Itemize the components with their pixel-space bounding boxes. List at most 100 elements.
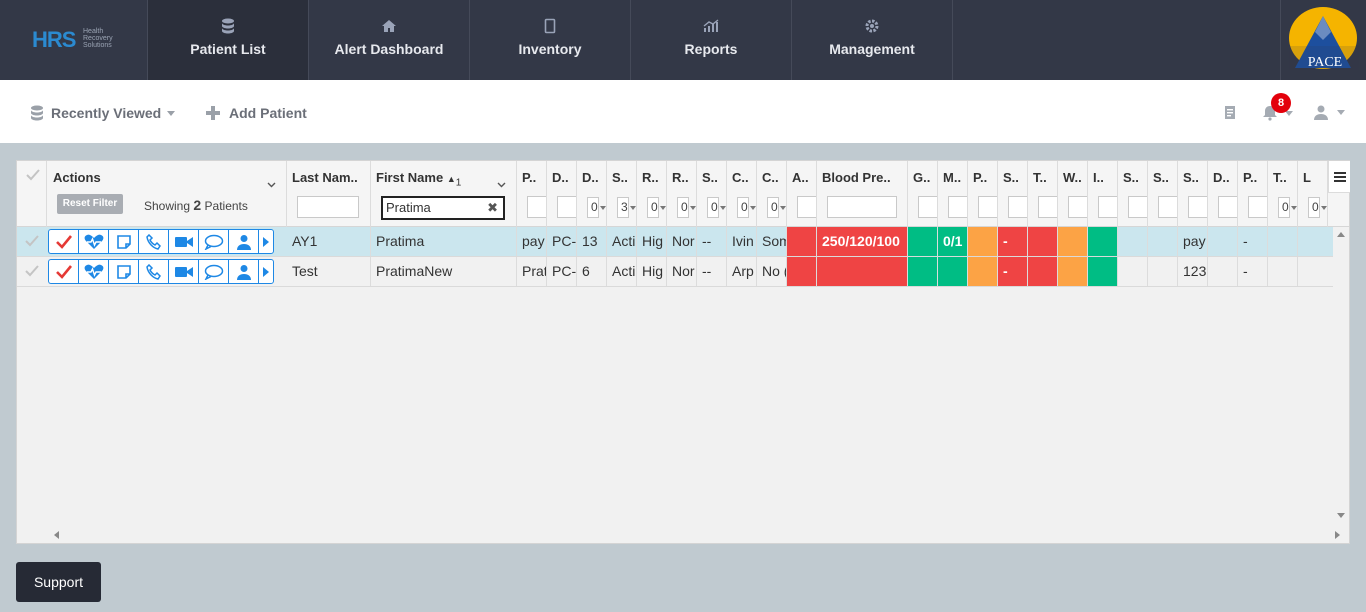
check-action-button[interactable] <box>48 259 78 284</box>
column-filter[interactable] <box>797 196 816 218</box>
table-row[interactable]: AY1 Pratima pay PC- 13 Acti Hig Nor -- I… <box>17 227 1333 257</box>
column-d3[interactable]: D.. <box>1208 161 1238 227</box>
document-icon[interactable] <box>1224 105 1236 125</box>
column-l[interactable]: L0 <box>1298 161 1328 227</box>
column-select-filter[interactable]: 0 <box>587 197 606 218</box>
row-checkbox[interactable] <box>25 235 39 247</box>
column-w[interactable]: W.. <box>1058 161 1088 227</box>
column-s[interactable]: S.. 3 <box>607 161 637 227</box>
call-action-button[interactable] <box>138 259 168 284</box>
column-first-name[interactable]: First Name ▲1 Pratima ✖ <box>371 161 517 227</box>
horizontal-scrollbar[interactable] <box>47 527 1347 543</box>
column-last-name[interactable]: Last Nam.. <box>287 161 371 227</box>
table-row[interactable]: Test PratimaNew Prat PC- 6 Acti Hig Nor … <box>17 257 1333 287</box>
chevron-down-icon[interactable] <box>497 175 506 193</box>
column-blood-pressure[interactable]: Blood Pre.. <box>817 161 908 227</box>
column-a[interactable]: A.. <box>787 161 817 227</box>
column-d2[interactable]: D.. 0 <box>577 161 607 227</box>
video-action-button[interactable] <box>168 259 198 284</box>
vitals-action-button[interactable] <box>78 259 108 284</box>
call-action-button[interactable] <box>138 229 168 254</box>
column-r2[interactable]: R.. 0 <box>667 161 697 227</box>
column-m[interactable]: M.. <box>938 161 968 227</box>
column-r[interactable]: R.. 0 <box>637 161 667 227</box>
column-filter[interactable] <box>1098 196 1117 218</box>
nav-management[interactable]: Management <box>792 0 953 80</box>
message-action-button[interactable] <box>198 229 228 254</box>
clear-icon[interactable]: ✖ <box>487 198 498 218</box>
column-t2[interactable]: T.. 0 <box>1268 161 1298 227</box>
last-name-filter[interactable] <box>297 196 359 218</box>
video-action-button[interactable] <box>168 229 198 254</box>
column-s2[interactable]: S.. 0 <box>697 161 727 227</box>
column-filter[interactable] <box>1128 196 1147 218</box>
column-select-filter[interactable]: 0 <box>1278 197 1297 218</box>
nav-reports[interactable]: Reports <box>631 0 792 80</box>
chevron-down-icon[interactable] <box>267 175 276 193</box>
expand-action-button[interactable] <box>258 229 274 254</box>
column-filter[interactable] <box>918 196 937 218</box>
hrs-logo[interactable]: HRS Health Recovery Solutions <box>0 0 148 80</box>
column-select-filter[interactable]: 0 <box>647 197 666 218</box>
column-filter[interactable] <box>827 196 897 218</box>
column-p[interactable]: P.. <box>517 161 547 227</box>
column-filter[interactable] <box>527 196 546 218</box>
table-cell <box>1268 227 1298 256</box>
column-filter[interactable] <box>1218 196 1237 218</box>
add-patient-button[interactable]: Add Patient <box>206 105 307 121</box>
profile-action-button[interactable] <box>228 259 258 284</box>
column-i[interactable]: I.. <box>1088 161 1118 227</box>
select-all-checkbox[interactable] <box>17 161 47 227</box>
column-select-filter[interactable]: 0 <box>1308 197 1327 218</box>
column-filter[interactable] <box>1188 196 1207 218</box>
column-g[interactable]: G.. <box>908 161 938 227</box>
column-c[interactable]: C.. 0 <box>727 161 757 227</box>
column-filter[interactable] <box>1038 196 1057 218</box>
column-filter[interactable] <box>978 196 997 218</box>
column-d[interactable]: D.. <box>547 161 577 227</box>
support-button[interactable]: Support <box>16 562 101 602</box>
column-filter[interactable] <box>1008 196 1027 218</box>
scroll-down-icon[interactable] <box>1337 513 1345 519</box>
column-filter[interactable] <box>557 196 576 218</box>
scroll-up-icon[interactable] <box>1337 231 1345 237</box>
profile-action-button[interactable] <box>228 229 258 254</box>
nav-patient-list[interactable]: Patient List <box>148 0 309 80</box>
column-s6[interactable]: S.. <box>1178 161 1208 227</box>
recently-viewed-dropdown[interactable]: Recently Viewed <box>30 105 176 121</box>
table-cell: Som <box>757 227 787 256</box>
column-p2[interactable]: P.. <box>968 161 998 227</box>
column-select-filter[interactable]: 3 <box>617 197 636 218</box>
column-s3[interactable]: S.. <box>998 161 1028 227</box>
vertical-scrollbar[interactable] <box>1333 227 1349 527</box>
logo-subtitle: Health Recovery Solutions <box>83 28 113 49</box>
nav-alert-dashboard[interactable]: Alert Dashboard <box>309 0 470 80</box>
first-name-filter-input[interactable]: Pratima ✖ <box>381 196 505 220</box>
scroll-right-icon[interactable] <box>1335 531 1341 539</box>
message-action-button[interactable] <box>198 259 228 284</box>
column-select-filter[interactable]: 0 <box>767 197 786 218</box>
scroll-left-icon[interactable] <box>53 531 59 539</box>
column-filter[interactable] <box>1068 196 1087 218</box>
check-action-button[interactable] <box>48 229 78 254</box>
column-p3[interactable]: P.. <box>1238 161 1268 227</box>
column-c2[interactable]: C.. 0 <box>757 161 787 227</box>
column-select-filter[interactable]: 0 <box>677 197 696 218</box>
column-s4[interactable]: S.. <box>1118 161 1148 227</box>
column-s5[interactable]: S.. <box>1148 161 1178 227</box>
expand-action-button[interactable] <box>258 259 274 284</box>
reset-filter-button[interactable]: Reset Filter <box>57 194 123 214</box>
vitals-action-button[interactable] <box>78 229 108 254</box>
note-action-button[interactable] <box>108 259 138 284</box>
column-t[interactable]: T.. <box>1028 161 1058 227</box>
user-menu-button[interactable] <box>1314 105 1345 120</box>
nav-inventory[interactable]: Inventory <box>470 0 631 80</box>
column-filter[interactable] <box>1248 196 1267 218</box>
row-checkbox[interactable] <box>25 265 39 277</box>
column-select-filter[interactable]: 0 <box>707 197 726 218</box>
column-filter[interactable] <box>1158 196 1177 218</box>
note-action-button[interactable] <box>108 229 138 254</box>
column-filter[interactable] <box>948 196 967 218</box>
column-menu-button[interactable] <box>1328 161 1350 193</box>
column-select-filter[interactable]: 0 <box>737 197 756 218</box>
